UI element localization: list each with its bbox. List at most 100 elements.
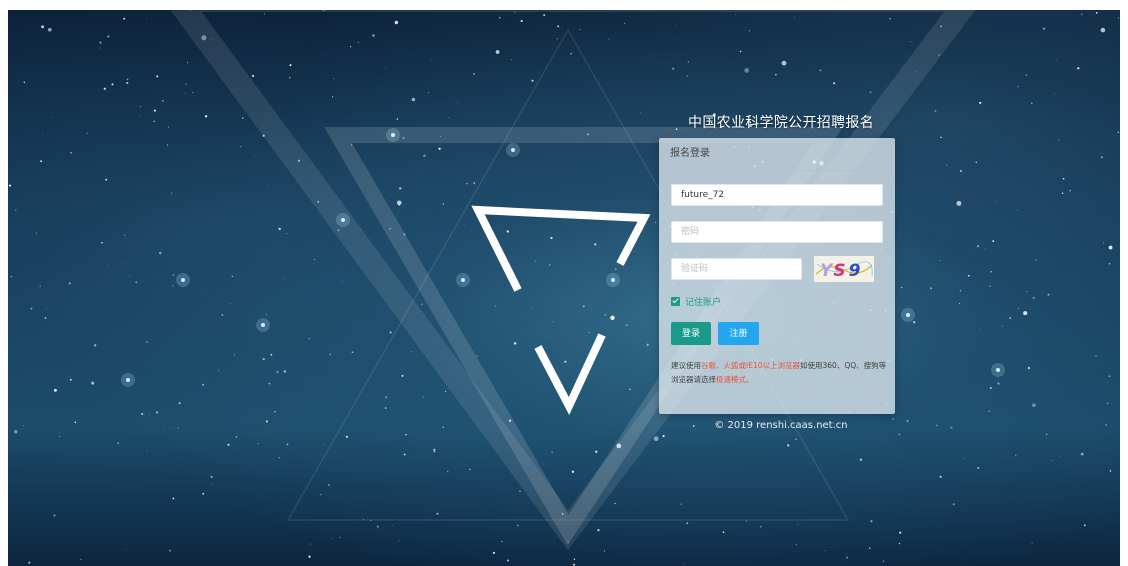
- star: [863, 414, 865, 416]
- star: [964, 220, 966, 221]
- star: [1054, 93, 1055, 95]
- username-input[interactable]: [671, 184, 883, 206]
- star: [930, 287, 933, 290]
- star: [99, 41, 102, 44]
- remember-checkbox[interactable]: [671, 296, 680, 306]
- star: [103, 87, 106, 90]
- star: [398, 540, 400, 542]
- star: [1025, 74, 1028, 77]
- star: [1058, 139, 1060, 141]
- star: [178, 402, 181, 404]
- star: [551, 451, 553, 454]
- star: [53, 514, 56, 517]
- star: [301, 113, 303, 115]
- star: [544, 336, 546, 338]
- star: [389, 228, 391, 230]
- star: [970, 250, 971, 251]
- star: [332, 96, 334, 98]
- star: [586, 133, 589, 136]
- star: [939, 475, 942, 478]
- star: [956, 200, 962, 206]
- star: [938, 54, 940, 56]
- star: [793, 17, 795, 18]
- star: [293, 354, 294, 355]
- star: [870, 520, 873, 523]
- star: [360, 229, 361, 231]
- star: [1117, 131, 1119, 133]
- star: [423, 154, 426, 157]
- star: [202, 492, 205, 495]
- star: [403, 233, 406, 236]
- star: [534, 260, 536, 262]
- star: [422, 396, 424, 398]
- star: [254, 155, 256, 157]
- star: [227, 443, 230, 446]
- star: [86, 132, 88, 135]
- star: [175, 345, 177, 347]
- star: [675, 25, 677, 26]
- star: [910, 41, 912, 43]
- star: [514, 12, 516, 14]
- star: [759, 525, 762, 528]
- star: [14, 430, 18, 434]
- star: [235, 436, 238, 438]
- star: [51, 116, 52, 118]
- star-core: [996, 368, 1000, 372]
- star: [1095, 12, 1098, 14]
- captcha-image[interactable]: YS 9: [814, 256, 874, 282]
- star: [101, 241, 103, 244]
- star: [23, 425, 24, 426]
- star: [442, 203, 444, 205]
- star: [1032, 403, 1036, 408]
- star: [979, 327, 981, 329]
- star: [320, 494, 322, 496]
- star: [859, 458, 862, 461]
- star: [550, 236, 553, 240]
- star: [128, 275, 130, 277]
- star: [1027, 366, 1031, 370]
- star: [153, 109, 157, 112]
- star: [1031, 542, 1033, 544]
- star: [402, 137, 405, 140]
- star: [39, 285, 41, 288]
- star: [286, 232, 288, 235]
- remember-label: 记住账户: [685, 297, 722, 308]
- star: [278, 227, 281, 231]
- star: [274, 411, 276, 413]
- captcha-input[interactable]: [671, 258, 802, 280]
- star: [313, 258, 316, 260]
- starfield: [8, 10, 1119, 566]
- star: [926, 354, 928, 356]
- password-input[interactable]: [671, 221, 883, 243]
- star: [952, 503, 955, 506]
- remember-account[interactable]: 记住账户: [671, 295, 722, 308]
- star: [603, 550, 605, 552]
- star: [218, 370, 220, 372]
- star: [1105, 423, 1108, 426]
- star: [899, 531, 902, 534]
- star: [797, 524, 798, 526]
- star: [436, 512, 439, 515]
- star: [900, 286, 903, 289]
- notice-highlight-browsers: 谷歌、火狐或IE10以上浏览器: [701, 361, 800, 370]
- login-button[interactable]: 登录: [671, 322, 711, 345]
- star: [1080, 452, 1084, 456]
- star: [35, 232, 37, 234]
- star: [328, 484, 330, 486]
- star: [1077, 67, 1080, 70]
- star: [445, 390, 447, 392]
- star: [185, 83, 188, 86]
- star: [1045, 433, 1048, 436]
- star: [640, 112, 642, 114]
- register-button[interactable]: 注册: [718, 322, 759, 345]
- star: [520, 19, 523, 23]
- star: [168, 549, 172, 552]
- star: [59, 432, 61, 434]
- star: [283, 370, 287, 373]
- star: [233, 354, 236, 356]
- star: [1017, 307, 1019, 309]
- star: [506, 230, 509, 233]
- star: [492, 551, 495, 554]
- star: [473, 73, 475, 75]
- star: [263, 471, 264, 473]
